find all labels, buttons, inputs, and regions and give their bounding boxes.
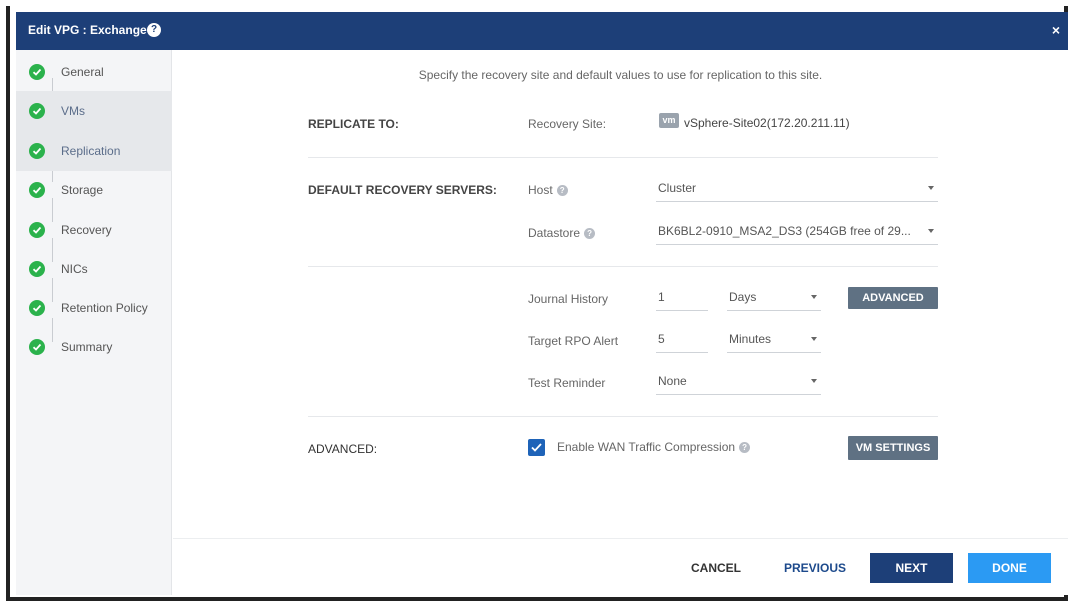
chevron-down-icon xyxy=(811,295,817,299)
sidebar-step-label: Summary xyxy=(61,340,113,354)
check-circle-icon xyxy=(29,64,45,80)
sidebar-step-storage[interactable]: Storage xyxy=(16,170,172,210)
journal-history-unit-value: Days xyxy=(729,290,757,304)
check-circle-icon xyxy=(29,339,45,355)
wan-compression-checkbox[interactable] xyxy=(528,439,545,456)
test-reminder-value: None xyxy=(658,374,687,388)
datastore-select[interactable]: BK6BL2-0910_MSA2_DS3 (254GB free of 29..… xyxy=(656,219,938,245)
help-icon[interactable]: ? xyxy=(584,228,596,239)
previous-button[interactable]: PREVIOUS xyxy=(777,553,853,583)
test-reminder-label: Test Reminder xyxy=(528,376,606,390)
sidebar-step-label: NICs xyxy=(61,262,88,276)
sidebar-step-label: Replication xyxy=(61,144,121,158)
datastore-label: Datastore? xyxy=(528,226,596,240)
wizard-sidebar: General VMs Replication Storage Recovery… xyxy=(16,50,172,595)
sidebar-step-nics[interactable]: NICs xyxy=(16,249,172,289)
target-rpo-unit-select[interactable]: Minutes xyxy=(727,327,821,353)
recovery-site-value: vSphere-Site02(172.20.211.11) xyxy=(684,116,850,130)
sidebar-step-label: Storage xyxy=(61,183,104,197)
check-circle-icon xyxy=(29,300,45,316)
journal-history-value: 1 xyxy=(658,290,665,304)
target-rpo-input[interactable]: 5 xyxy=(656,327,708,353)
sidebar-step-vms[interactable]: VMs xyxy=(16,91,172,131)
host-label: Host? xyxy=(528,183,568,197)
datastore-select-value: BK6BL2-0910_MSA2_DS3 (254GB free of 29..… xyxy=(658,224,911,238)
check-circle-icon xyxy=(29,103,45,119)
check-circle-icon xyxy=(29,222,45,238)
sidebar-step-summary[interactable]: Summary xyxy=(16,327,172,367)
sidebar-step-label: General xyxy=(61,65,104,79)
sidebar-step-replication[interactable]: Replication xyxy=(16,131,172,171)
chevron-down-icon xyxy=(928,229,934,233)
vm-icon: vm xyxy=(659,113,679,128)
host-select-value: Cluster xyxy=(658,181,697,195)
help-icon[interactable]: ? xyxy=(147,23,161,37)
section-divider xyxy=(308,416,938,417)
section-divider xyxy=(308,266,938,267)
sidebar-step-label: Recovery xyxy=(61,223,112,237)
check-circle-icon xyxy=(29,182,45,198)
chevron-down-icon xyxy=(811,337,817,341)
replication-form: Specify the recovery site and default va… xyxy=(173,50,1068,538)
wan-compression-label: Enable WAN Traffic Compression? xyxy=(557,440,751,454)
dialog-footer: CANCEL PREVIOUS NEXT DONE xyxy=(173,538,1068,595)
target-rpo-label: Target RPO Alert xyxy=(528,334,619,348)
next-button[interactable]: NEXT xyxy=(870,553,953,583)
journal-history-unit-select[interactable]: Days xyxy=(727,285,821,311)
check-circle-icon xyxy=(29,261,45,277)
target-rpo-unit-value: Minutes xyxy=(729,332,772,346)
done-button[interactable]: DONE xyxy=(968,553,1051,583)
sidebar-step-label: VMs xyxy=(61,104,85,118)
chevron-down-icon xyxy=(811,379,817,383)
recovery-site-label: Recovery Site: xyxy=(528,117,607,131)
dialog-title: Edit VPG : Exchange xyxy=(28,23,147,37)
intro-text: Specify the recovery site and default va… xyxy=(418,68,823,82)
help-icon[interactable]: ? xyxy=(556,185,568,196)
journal-history-label: Journal History xyxy=(528,292,609,306)
sidebar-step-label: Retention Policy xyxy=(61,301,148,315)
check-circle-icon xyxy=(29,143,45,159)
dialog-titlebar: Edit VPG : Exchange ? × xyxy=(16,12,1068,50)
default-recovery-servers-label: DEFAULT RECOVERY SERVERS: xyxy=(308,183,497,197)
replicate-to-label: REPLICATE TO: xyxy=(308,117,399,131)
cancel-button[interactable]: CANCEL xyxy=(683,553,749,583)
advanced-button[interactable]: ADVANCED xyxy=(848,287,938,309)
vm-settings-button[interactable]: VM SETTINGS xyxy=(848,436,938,460)
close-icon[interactable]: × xyxy=(1052,22,1060,38)
help-icon[interactable]: ? xyxy=(739,442,751,453)
journal-history-input[interactable]: 1 xyxy=(656,285,708,311)
chevron-down-icon xyxy=(928,186,934,190)
host-select[interactable]: Cluster xyxy=(656,176,938,202)
test-reminder-select[interactable]: None xyxy=(656,369,821,395)
sidebar-step-retention-policy[interactable]: Retention Policy xyxy=(16,288,172,328)
section-divider xyxy=(308,157,938,158)
sidebar-step-general[interactable]: General xyxy=(16,52,172,92)
target-rpo-value: 5 xyxy=(658,332,665,346)
advanced-section-label: ADVANCED: xyxy=(308,442,378,456)
sidebar-step-recovery[interactable]: Recovery xyxy=(16,210,172,250)
